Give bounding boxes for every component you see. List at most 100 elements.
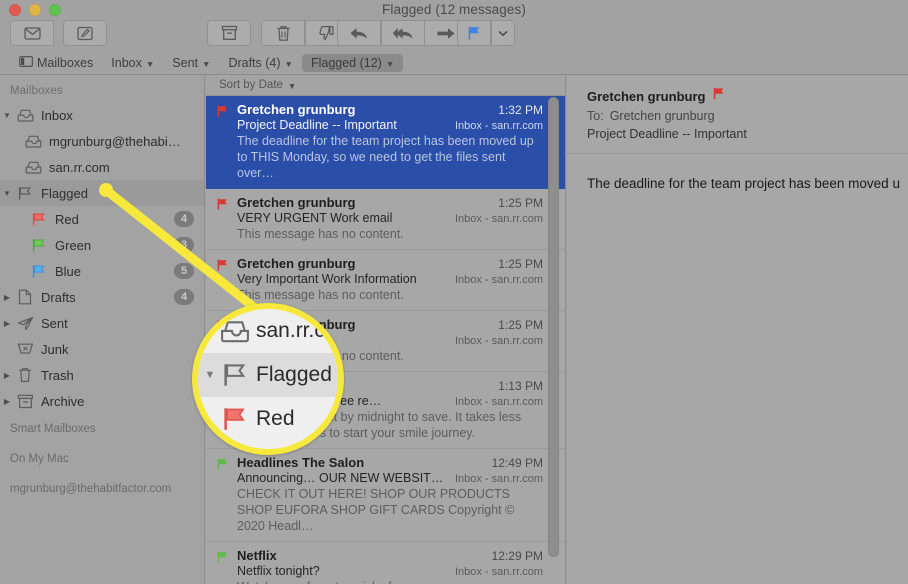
sidebar-item-drafts[interactable]: ▶ Drafts 4 [0, 284, 204, 310]
flag-red-icon [217, 319, 228, 332]
message-preview: The deadline for the team project has be… [237, 134, 534, 180]
reading-pane: Gretchen grunburg To: Gretchen grunburg P… [567, 75, 908, 584]
message-sender: Gretchen grunburg [237, 317, 356, 332]
message-time: 12:29 PM [491, 549, 543, 563]
disclosure-right-icon[interactable]: ▶ [0, 319, 14, 328]
message-subject: Announcing… OUR NEW WEBSITE!… [237, 471, 447, 485]
message-list-item[interactable]: SmileDirectClub 1:13 PM Designer entry +… [206, 372, 565, 449]
reading-pane-sender: Gretchen grunburg [587, 88, 706, 104]
flag-green-icon [28, 238, 50, 253]
sidebar-section-account[interactable]: mgrunburg@thehabitfactor.com [0, 474, 204, 504]
toolbar-group-archive [207, 20, 251, 46]
sidebar-item-label: mgrunburg@thehabi… [49, 133, 181, 149]
favbar-label: Flagged (12) [310, 56, 382, 70]
flag-menu-button[interactable] [490, 20, 515, 46]
favbar-item-flagged[interactable]: Flagged (12) ▼ [301, 54, 404, 72]
sidebar-unread-count: 4 [174, 211, 194, 227]
message-list-scrollbar[interactable] [548, 97, 559, 575]
favbar-label: Inbox [111, 56, 142, 70]
message-list-item[interactable]: Headlines The Salon 12:49 PM Announcing…… [206, 449, 565, 542]
inbox-tray-icon [14, 109, 36, 122]
sidebar-header: Mailboxes [10, 85, 63, 97]
sidebar-item-inbox[interactable]: ▼ Inbox [0, 102, 204, 128]
reading-pane-subject: Project Deadline -- Important [587, 127, 747, 141]
flag-icon [466, 25, 482, 41]
compose-pencil-icon [77, 26, 93, 41]
message-list-item[interactable]: Gretchen grunburg 1:25 PM Work email Inb… [206, 311, 565, 372]
message-list-item[interactable]: Gretchen grunburg 1:25 PM Very Important… [206, 250, 565, 311]
sidebar-item-flag-green[interactable]: Green 3 [0, 232, 204, 258]
sidebar-section-on-my-mac[interactable]: On My Mac [0, 444, 204, 474]
flag-gray-icon [14, 186, 36, 201]
favbar-item-mailboxes[interactable]: Mailboxes [10, 54, 102, 72]
message-mailbox: Inbox - san.rr.com [454, 213, 543, 225]
mailbox-sidebar: Mailboxes ▼ Inbox mgrunburg@thehabi… san… [0, 75, 205, 584]
sidebar-section-smart-mailboxes[interactable]: Smart Mailboxes [0, 414, 204, 444]
message-time: 1:25 PM [498, 196, 543, 210]
message-mailbox: Inbox - san.rr.com [454, 120, 543, 132]
sidebar-item-mgrunburg-account[interactable]: mgrunburg@thehabi… [0, 128, 204, 154]
sidebar-item-sent[interactable]: ▶ Sent [0, 310, 204, 336]
favbar-item-drafts[interactable]: Drafts (4) ▼ [219, 54, 302, 72]
compose-button[interactable] [63, 20, 107, 46]
disclosure-right-icon[interactable]: ▶ [0, 371, 14, 380]
message-sender: SmileDirectClub [237, 378, 338, 393]
chevron-down-icon: ▼ [385, 59, 395, 69]
message-list-item[interactable]: Gretchen grunburg 1:32 PM Project Deadli… [206, 96, 565, 189]
chevron-down-icon: ▼ [202, 59, 211, 69]
sidebar-item-label: san.rr.com [49, 159, 110, 175]
delete-button[interactable] [261, 20, 305, 46]
reply-button[interactable] [337, 20, 381, 46]
scrollbar-thumb[interactable] [548, 97, 559, 557]
sidebar-item-flag-blue[interactable]: Blue 5 [0, 258, 204, 284]
forward-arrow-icon [436, 27, 456, 40]
flag-button[interactable] [457, 20, 491, 46]
sidebar-item-label: Green [55, 237, 92, 253]
message-mailbox: Inbox - san.rr.com [454, 396, 543, 408]
message-list-item[interactable]: Gretchen grunburg 1:25 PM VERY URGENT Wo… [206, 189, 565, 250]
reading-pane-recipient: Gretchen grunburg [609, 109, 715, 123]
sidebar-item-archive[interactable]: ▶ Archive [0, 388, 204, 414]
flag-red-icon [217, 197, 228, 210]
flag-red-icon [28, 212, 50, 227]
message-list: Sort by Date ▼ Gretchen grunburg 1:32 PM… [206, 75, 566, 584]
sidebar-unread-count: 3 [174, 237, 194, 253]
get-mail-button[interactable] [10, 20, 54, 46]
message-preview: Order your $12 kit by midnight to save. … [237, 410, 522, 440]
toolbar-group-reply [337, 20, 468, 46]
sidebar-item-flagged[interactable]: ▼ Flagged [0, 180, 204, 206]
reading-pane-body: The deadline for the team project has be… [587, 176, 900, 191]
reply-all-button[interactable] [380, 20, 425, 46]
flag-green-icon [217, 457, 228, 470]
sidebar-item-label: Junk [41, 341, 69, 357]
message-subject: Work email [237, 333, 300, 347]
disclosure-down-icon[interactable]: ▼ [0, 189, 14, 198]
sidebar-item-label: Inbox [41, 107, 73, 123]
sort-bar[interactable]: Sort by Date ▼ [206, 75, 565, 96]
favorites-bar: Mailboxes Inbox ▼ Sent ▼ Drafts (4) ▼ Fl… [0, 52, 908, 75]
drafts-page-icon [14, 289, 36, 305]
reply-all-arrow-icon [392, 26, 414, 41]
reading-pane-recipient-row: To: Gretchen grunburg [587, 109, 908, 123]
sidebar-item-junk[interactable]: Junk [0, 336, 204, 362]
flag-green-icon [217, 550, 228, 563]
message-list-item[interactable]: Netflix 12:29 PM Netflix tonight? Inbox … [206, 542, 565, 584]
chevron-down-icon[interactable]: ▼ [288, 81, 296, 91]
archive-button[interactable] [207, 20, 251, 46]
flag-red-icon [217, 104, 228, 117]
thumbs-down-icon [318, 25, 335, 41]
disclosure-right-icon[interactable]: ▶ [0, 397, 14, 406]
sidebar-item-trash[interactable]: ▶ Trash [0, 362, 204, 388]
disclosure-right-icon[interactable]: ▶ [0, 293, 14, 302]
reading-pane-divider [567, 153, 908, 154]
favbar-item-inbox[interactable]: Inbox ▼ [102, 54, 163, 72]
sidebar-unread-count: 5 [174, 263, 194, 279]
sidebar-item-label: Flagged [41, 185, 88, 201]
sidebar-item-sanrr-account[interactable]: san.rr.com [0, 154, 204, 180]
chevron-down-icon [497, 30, 508, 37]
sidebar-item-label: Archive [41, 393, 85, 409]
disclosure-down-icon[interactable]: ▼ [0, 111, 14, 120]
sidebar-item-flag-red[interactable]: Red 4 [0, 206, 204, 232]
favbar-item-sent[interactable]: Sent ▼ [163, 54, 219, 72]
to-label: To: [587, 109, 604, 123]
